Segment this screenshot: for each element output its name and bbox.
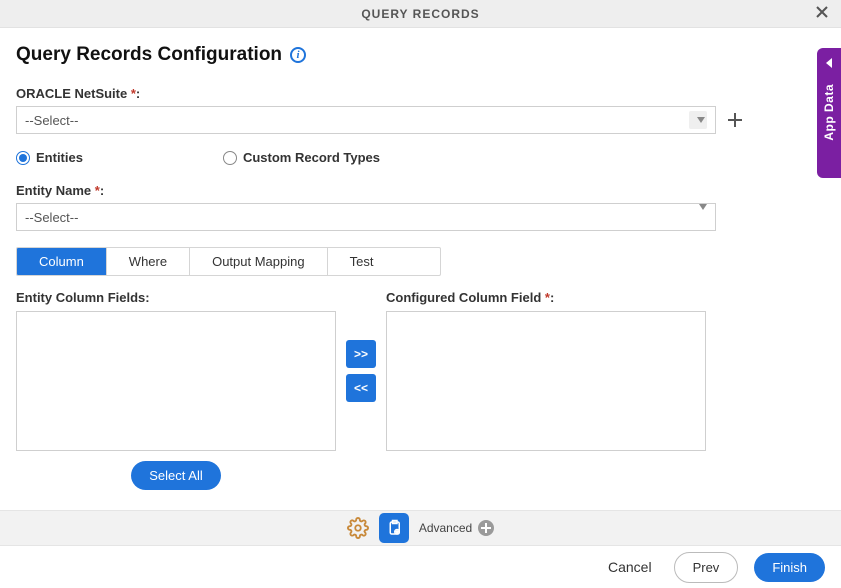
oracle-netsuite-select[interactable]: --Select-- — [16, 106, 716, 134]
tab-column-label: Column — [39, 254, 84, 269]
clipboard-icon[interactable]: ? — [379, 513, 409, 543]
prev-label: Prev — [693, 560, 720, 575]
svg-text:?: ? — [396, 530, 398, 534]
advanced-toggle[interactable]: Advanced — [419, 520, 494, 536]
gear-icon[interactable] — [347, 517, 369, 539]
tab-where[interactable]: Where — [107, 248, 190, 275]
info-icon[interactable]: i — [290, 47, 306, 63]
entity-name-selected: --Select-- — [25, 210, 78, 225]
move-left-label: << — [354, 381, 368, 395]
tab-output-mapping[interactable]: Output Mapping — [190, 248, 328, 275]
tab-output-mapping-label: Output Mapping — [212, 254, 305, 269]
radio-custom-label: Custom Record Types — [243, 150, 380, 165]
entity-name-select[interactable]: --Select-- — [16, 203, 716, 231]
move-right-label: >> — [354, 347, 368, 361]
add-oracle-connection-button[interactable] — [726, 111, 744, 129]
page-heading: Query Records Configuration i — [16, 44, 825, 66]
finish-label: Finish — [772, 560, 807, 575]
tab-test[interactable]: Test — [328, 248, 396, 275]
entity-column-fields-label: Entity Column Fields: — [16, 290, 336, 305]
move-left-button[interactable]: << — [346, 374, 376, 402]
entity-column-fields-col: Entity Column Fields: Select All — [16, 290, 336, 490]
record-type-radio-group: Entities Custom Record Types — [16, 150, 825, 165]
label-colon: : — [136, 86, 140, 101]
cancel-label: Cancel — [608, 559, 652, 575]
titlebar: QUERY RECORDS — [0, 0, 841, 28]
close-button[interactable] — [811, 3, 833, 25]
entity-column-fields-list[interactable] — [16, 311, 336, 451]
prev-button[interactable]: Prev — [674, 552, 739, 583]
tab-column[interactable]: Column — [17, 248, 107, 275]
content-area: Query Records Configuration i ORACLE Net… — [0, 28, 841, 506]
tab-where-label: Where — [129, 254, 167, 269]
label-colon: : — [100, 183, 104, 198]
select-all-label: Select All — [149, 468, 202, 483]
app-data-label: App Data — [822, 84, 836, 141]
radio-entities-label: Entities — [36, 150, 83, 165]
entity-name-label-text: Entity Name — [16, 183, 95, 198]
plus-circle-icon — [478, 520, 494, 536]
dual-list: Entity Column Fields: Select All >> << C… — [16, 290, 825, 490]
radio-custom-record-types[interactable]: Custom Record Types — [223, 150, 380, 165]
page-title: Query Records Configuration — [16, 44, 282, 66]
tab-bar: Column Where Output Mapping Test — [16, 247, 441, 276]
cancel-button[interactable]: Cancel — [602, 558, 658, 576]
configured-column-field-col: Configured Column Field *: — [386, 290, 706, 451]
tab-test-label: Test — [350, 254, 374, 269]
bottom-toolbar: ? Advanced — [0, 510, 841, 546]
configured-column-field-label-text: Configured Column Field — [386, 290, 545, 305]
finish-button[interactable]: Finish — [754, 553, 825, 582]
configured-column-field-list[interactable] — [386, 311, 706, 451]
move-right-button[interactable]: >> — [346, 340, 376, 368]
radio-icon — [16, 151, 30, 165]
oracle-netsuite-selected: --Select-- — [25, 113, 78, 128]
move-buttons: >> << — [346, 340, 376, 402]
entity-name-label: Entity Name *: — [16, 183, 825, 198]
advanced-label: Advanced — [419, 521, 472, 535]
radio-icon — [223, 151, 237, 165]
label-colon: : — [550, 290, 554, 305]
select-all-button[interactable]: Select All — [131, 461, 220, 490]
dialog-title: QUERY RECORDS — [361, 7, 479, 21]
footer: Cancel Prev Finish — [0, 546, 841, 588]
radio-entities[interactable]: Entities — [16, 150, 83, 165]
chevron-down-icon — [689, 111, 707, 129]
chevron-down-icon — [693, 210, 707, 225]
chevron-left-icon — [826, 58, 832, 68]
app-data-side-tab[interactable]: App Data — [817, 48, 841, 178]
close-icon — [815, 5, 829, 24]
oracle-netsuite-label: ORACLE NetSuite *: — [16, 86, 825, 101]
configured-column-field-label: Configured Column Field *: — [386, 290, 706, 305]
oracle-label-text: ORACLE NetSuite — [16, 86, 131, 101]
